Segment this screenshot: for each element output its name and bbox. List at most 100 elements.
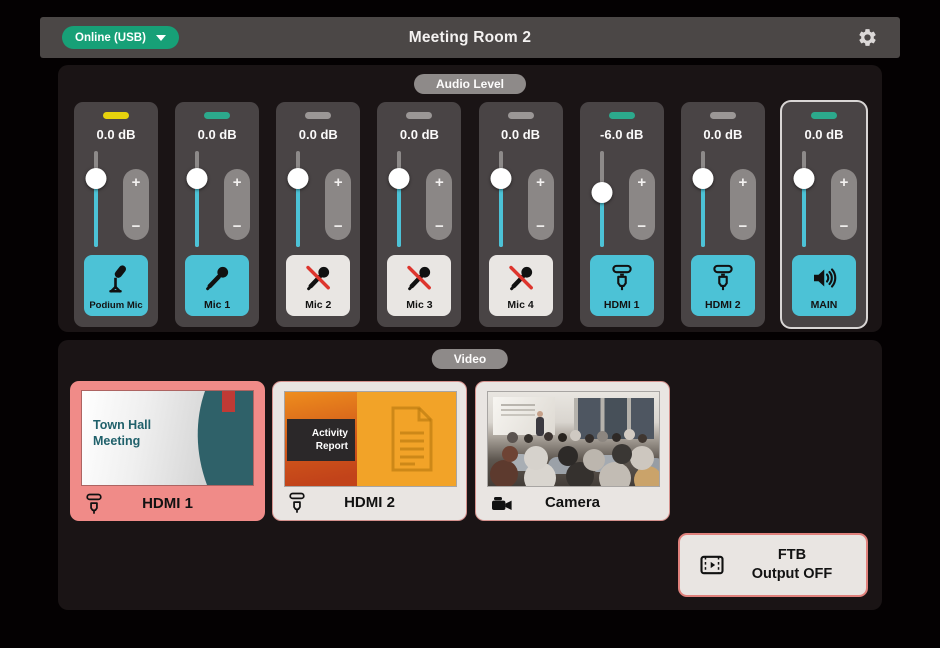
speaker-icon <box>808 263 840 293</box>
ftb-output-button[interactable]: FTB Output OFF <box>678 533 868 597</box>
level-db-value: 0.0 dB <box>804 127 843 142</box>
volume-down-button[interactable]: − <box>840 219 849 234</box>
channel-strip-hdmi-2: 0.0 dB + − <box>681 102 765 327</box>
volume-stepper: + − <box>325 169 351 240</box>
slider-knob[interactable] <box>591 182 612 203</box>
level-db-value: 0.0 dB <box>501 127 540 142</box>
channel-strip-mic-2: 0.0 dB + − <box>276 102 360 327</box>
slider-knob[interactable] <box>793 168 814 189</box>
volume-slider[interactable] <box>791 148 817 250</box>
volume-slider[interactable] <box>184 148 210 250</box>
volume-slider[interactable] <box>690 148 716 250</box>
channel-button-mic-2[interactable]: Mic 2 <box>286 255 350 316</box>
mute-slash-icon <box>303 263 333 293</box>
volume-down-button[interactable]: − <box>132 219 141 234</box>
hdmi2-thumbnail: Activity Report <box>285 392 456 486</box>
volume-down-button[interactable]: − <box>536 219 545 234</box>
gear-icon[interactable] <box>857 27 878 48</box>
video-source-label: Camera <box>545 494 600 511</box>
volume-slider[interactable] <box>386 148 412 250</box>
video-section: Video Town Hall Meeting HDMI 1 <box>58 340 882 610</box>
level-db-value: 0.0 dB <box>299 127 338 142</box>
slider-knob[interactable] <box>86 168 107 189</box>
connection-status-label: Online (USB) <box>75 32 146 44</box>
signal-indicator <box>204 112 230 119</box>
channel-button-main[interactable]: MAIN <box>792 255 856 316</box>
audio-section-badge: Audio Level <box>414 74 526 94</box>
hdmi1-thumbnail: Town Hall Meeting <box>82 391 253 485</box>
channel-name-label: Podium Mic <box>84 300 148 311</box>
volume-down-button[interactable]: − <box>738 219 747 234</box>
volume-stepper: + − <box>730 169 756 240</box>
slider-knob[interactable] <box>288 168 309 189</box>
level-db-value: -6.0 dB <box>600 127 643 142</box>
channel-strip-mic-4: 0.0 dB + − <box>479 102 563 327</box>
channel-button-mic-4[interactable]: Mic 4 <box>489 255 553 316</box>
ftb-label-line2: Output OFF <box>728 565 856 584</box>
channel-name-label: Mic 1 <box>185 299 249 311</box>
channel-strip-mic-1: 0.0 dB + − <box>175 102 259 327</box>
volume-up-button[interactable]: + <box>233 175 242 190</box>
channel-button-mic-1[interactable]: Mic 1 <box>185 255 249 316</box>
channel-strip-row: 0.0 dB + − <box>74 102 866 327</box>
volume-stepper: + − <box>831 169 857 240</box>
camera-thumbnail <box>488 392 659 486</box>
volume-up-button[interactable]: + <box>334 175 343 190</box>
chevron-down-icon <box>156 35 166 41</box>
header-bar: Online (USB) Meeting Room 2 <box>40 17 900 58</box>
slider-knob[interactable] <box>389 168 410 189</box>
slider-knob[interactable] <box>692 168 713 189</box>
video-source-camera[interactable]: Camera <box>475 381 670 521</box>
video-source-hdmi1[interactable]: Town Hall Meeting HDMI 1 <box>70 381 265 521</box>
signal-indicator <box>406 112 432 119</box>
volume-down-button[interactable]: − <box>637 219 646 234</box>
volume-up-button[interactable]: + <box>840 175 849 190</box>
podium-mic-icon <box>101 263 131 293</box>
mute-slash-icon <box>506 263 536 293</box>
signal-indicator <box>508 112 534 119</box>
film-play-icon <box>696 551 728 579</box>
volume-up-button[interactable]: + <box>132 175 141 190</box>
signal-indicator <box>811 112 837 119</box>
volume-down-button[interactable]: − <box>435 219 444 234</box>
volume-slider[interactable] <box>285 148 311 250</box>
volume-up-button[interactable]: + <box>536 175 545 190</box>
channel-strip-podium-mic: 0.0 dB + − <box>74 102 158 327</box>
channel-name-label: HDMI 1 <box>590 299 654 311</box>
volume-stepper: + − <box>123 169 149 240</box>
volume-up-button[interactable]: + <box>637 175 646 190</box>
volume-up-button[interactable]: + <box>738 175 747 190</box>
signal-indicator <box>609 112 635 119</box>
channel-name-label: Mic 4 <box>489 299 553 311</box>
channel-name-label: Mic 3 <box>387 299 451 311</box>
volume-down-button[interactable]: − <box>233 219 242 234</box>
connection-status-dropdown[interactable]: Online (USB) <box>62 26 179 49</box>
level-db-value: 0.0 dB <box>703 127 742 142</box>
volume-slider[interactable] <box>589 148 615 250</box>
signal-indicator <box>305 112 331 119</box>
ftb-label-line1: FTB <box>728 546 856 565</box>
slider-knob[interactable] <box>187 168 208 189</box>
microphone-icon <box>202 263 232 293</box>
level-db-value: 0.0 dB <box>96 127 135 142</box>
volume-down-button[interactable]: − <box>334 219 343 234</box>
channel-strip-hdmi-1: -6.0 dB + − <box>580 102 664 327</box>
hdmi-icon <box>709 262 737 294</box>
volume-slider[interactable] <box>83 148 109 250</box>
video-source-label: HDMI 1 <box>142 495 193 512</box>
signal-indicator <box>103 112 129 119</box>
volume-slider[interactable] <box>488 148 514 250</box>
slider-knob[interactable] <box>490 168 511 189</box>
channel-name-label: MAIN <box>792 299 856 311</box>
volume-stepper: + − <box>629 169 655 240</box>
volume-up-button[interactable]: + <box>435 175 444 190</box>
page-title: Meeting Room 2 <box>409 29 532 47</box>
channel-button-hdmi-2[interactable]: HDMI 2 <box>691 255 755 316</box>
hdmi-icon <box>286 489 308 517</box>
volume-stepper: + − <box>528 169 554 240</box>
channel-button-podium-mic[interactable]: Podium Mic <box>84 255 148 316</box>
channel-button-hdmi-1[interactable]: HDMI 1 <box>590 255 654 316</box>
channel-button-mic-3[interactable]: Mic 3 <box>387 255 451 316</box>
volume-stepper: + − <box>426 169 452 240</box>
video-source-hdmi2[interactable]: Activity Report HDMI 2 <box>272 381 467 521</box>
